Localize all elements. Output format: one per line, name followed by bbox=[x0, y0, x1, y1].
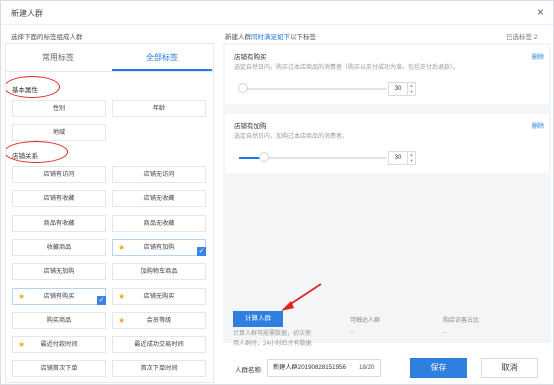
annotation-arrow bbox=[281, 283, 322, 311]
calculate-audience-button[interactable]: 计算人群 bbox=[233, 311, 283, 327]
calculate-hint-line1: 计算人群可能需数据，初次使 bbox=[233, 331, 312, 337]
save-button[interactable]: 保存 bbox=[410, 358, 467, 378]
metric-reachable-label: 可触达人群 bbox=[350, 318, 381, 324]
metric-visitor-ratio-value: -- bbox=[443, 330, 447, 336]
audience-name-label: 人群名称 bbox=[235, 367, 261, 374]
new-audience-dialog: 新建人群 × 选择下面的标签组成人群 新建人群同时满足如下以下标签 已选标签 2… bbox=[0, 0, 554, 385]
cancel-button[interactable]: 取消 bbox=[481, 358, 538, 378]
calculate-hint: 计算人群可能需数据，初次使 用人群时，24小时后才有数据 bbox=[233, 329, 333, 349]
audience-name-value: 新建人群20190828151956 bbox=[273, 364, 346, 371]
calculate-hint-line2: 用人群时，24小时后才有数据 bbox=[233, 341, 312, 347]
metric-visitor-ratio-label: 购店访客占比 bbox=[443, 318, 480, 324]
metric-reachable-value: -- bbox=[350, 330, 354, 336]
audience-name-char-count: 18/20 bbox=[359, 364, 375, 371]
